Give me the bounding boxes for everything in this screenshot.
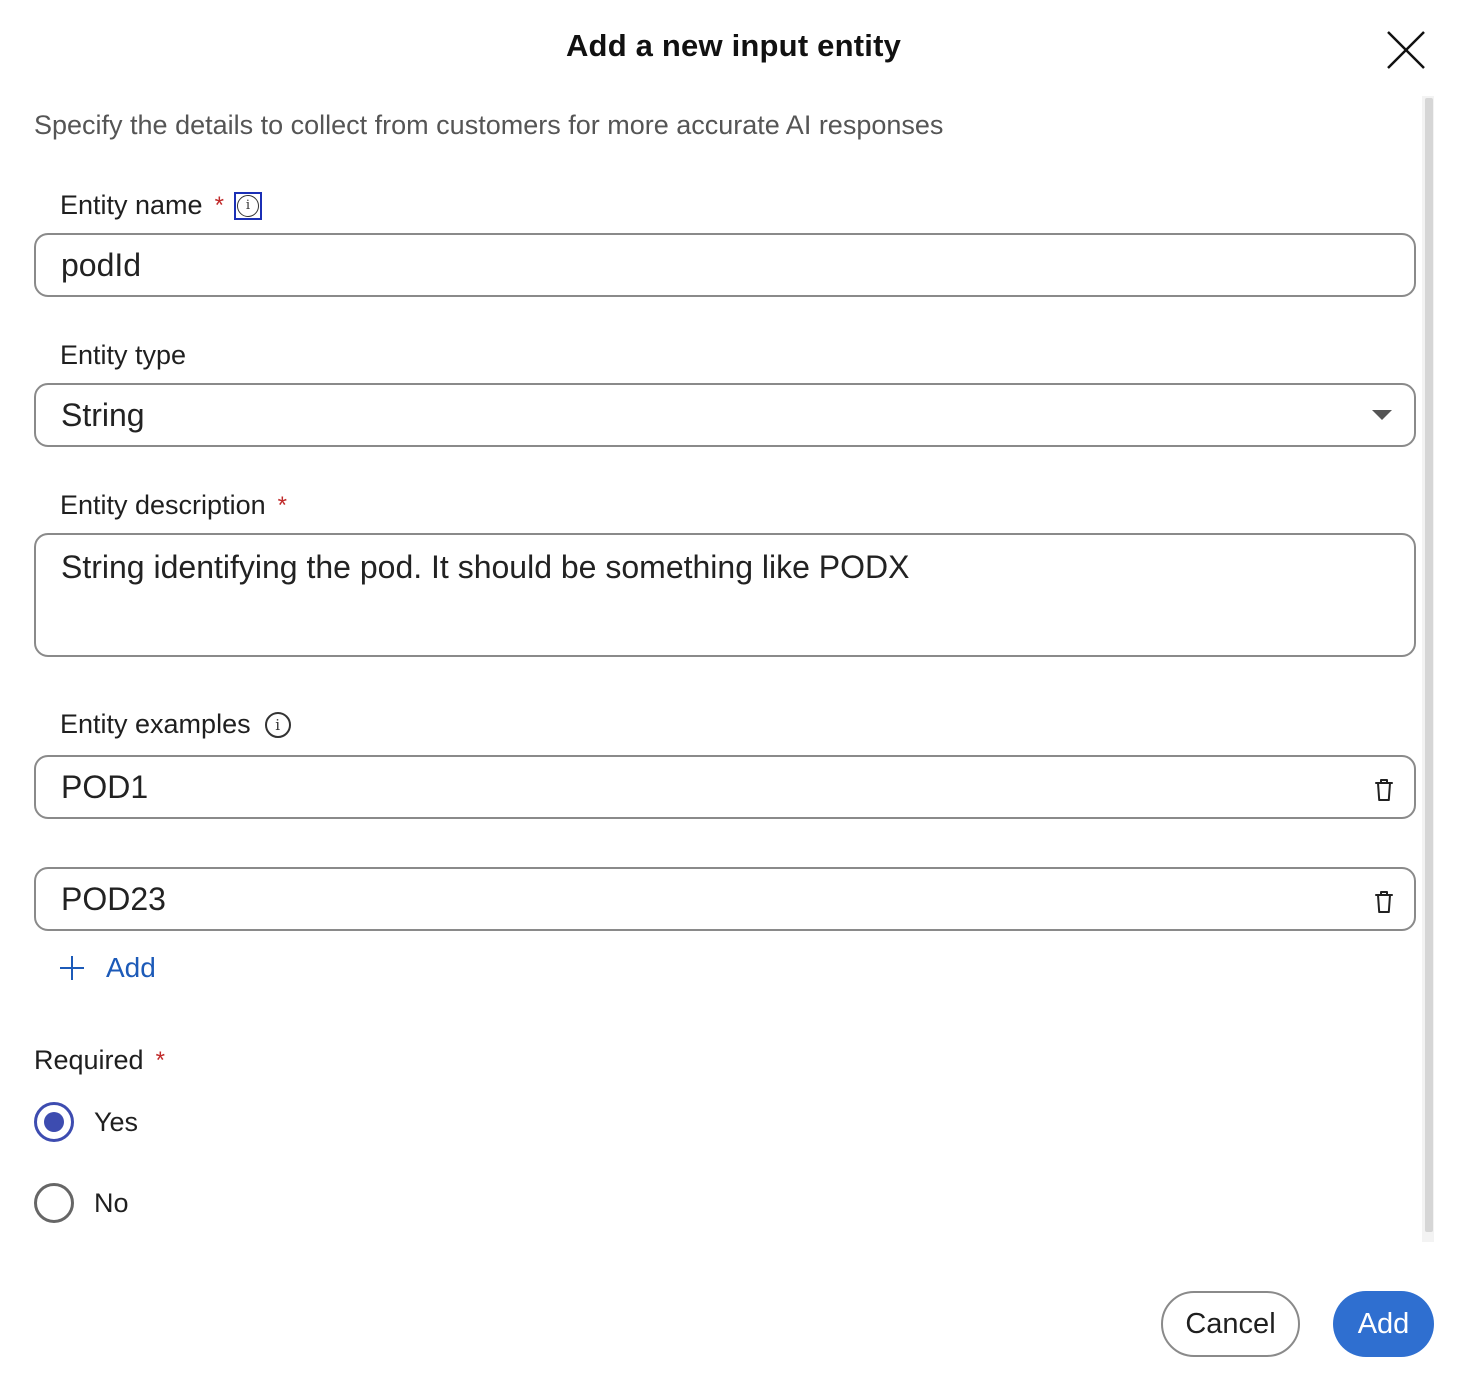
- required-mark: *: [155, 1046, 165, 1074]
- entity-type-select[interactable]: String: [34, 383, 1416, 447]
- dialog-subtitle: Specify the details to collect from cust…: [34, 110, 944, 140]
- entity-example-input[interactable]: POD23: [34, 867, 1416, 931]
- add-example-button[interactable]: Add: [60, 952, 156, 984]
- radio-button-selected[interactable]: [34, 1102, 74, 1142]
- radio-no-label: No: [94, 1187, 129, 1218]
- radio-no[interactable]: No: [34, 1183, 129, 1223]
- entity-examples-label-text: Entity examples: [60, 709, 251, 739]
- cancel-button[interactable]: Cancel: [1161, 1291, 1300, 1357]
- radio-button[interactable]: [34, 1183, 74, 1223]
- entity-type-label: Entity type: [60, 340, 186, 371]
- entity-description-label: Entity description *: [60, 490, 287, 521]
- entity-example-value: POD23: [61, 880, 166, 917]
- trash-icon[interactable]: [1372, 886, 1396, 913]
- required-mark: *: [214, 191, 224, 219]
- entity-type-value: String: [61, 396, 145, 433]
- close-icon[interactable]: [1384, 28, 1428, 72]
- add-button[interactable]: Add: [1333, 1291, 1434, 1357]
- entity-type-label-text: Entity type: [60, 340, 187, 370]
- info-icon: i: [236, 194, 259, 217]
- entity-name-input[interactable]: podId: [34, 233, 1416, 297]
- plus-icon: [60, 956, 84, 980]
- scrollbar-thumb[interactable]: [1425, 98, 1433, 1232]
- entity-example-input[interactable]: POD1: [34, 755, 1416, 819]
- required-label-text: Required: [34, 1045, 144, 1075]
- entity-examples-label: Entity examples i: [60, 709, 291, 740]
- radio-yes[interactable]: Yes: [34, 1102, 138, 1142]
- entity-description-textarea[interactable]: String identifying the pod. It should be…: [34, 533, 1416, 657]
- chevron-down-icon: [1372, 410, 1392, 420]
- add-example-label: Add: [106, 952, 156, 983]
- info-icon[interactable]: i: [264, 711, 291, 738]
- required-label: Required *: [34, 1045, 165, 1076]
- entity-name-info-button[interactable]: i: [233, 191, 262, 220]
- entity-name-label-text: Entity name: [60, 190, 203, 220]
- required-mark: *: [277, 491, 287, 519]
- entity-description-value: String identifying the pod. It should be…: [61, 549, 910, 585]
- entity-description-label-text: Entity description: [60, 490, 266, 520]
- entity-name-value: podId: [61, 246, 142, 283]
- entity-example-value: POD1: [61, 768, 149, 805]
- trash-icon[interactable]: [1372, 774, 1396, 801]
- entity-name-label: Entity name * i: [60, 190, 262, 221]
- radio-yes-label: Yes: [94, 1106, 139, 1137]
- dialog-title: Add a new input entity: [565, 28, 902, 63]
